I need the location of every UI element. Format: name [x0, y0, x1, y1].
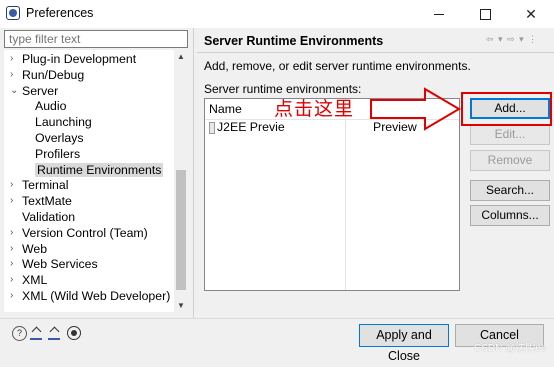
tree-item-label: Plug-in Development [22, 52, 137, 66]
collapsed-chevron-icon[interactable]: › [10, 241, 18, 257]
search-button[interactable]: Search... [470, 180, 550, 201]
tree-item[interactable]: › Web Services [10, 256, 98, 272]
title-bar: Preferences ✕ [0, 0, 554, 28]
column-header-name[interactable]: Name [209, 102, 242, 116]
tree-item-label: Audio [35, 99, 67, 114]
page-description: Add, remove, or edit server runtime envi… [204, 59, 471, 73]
tree-item[interactable]: › Terminal [10, 177, 69, 193]
tree-item[interactable]: › XML (Wild Web Developer) [10, 288, 171, 304]
tree-scrollbar[interactable]: ▲ ▼ [174, 50, 188, 312]
collapsed-chevron-icon[interactable]: › [10, 256, 18, 272]
collapsed-chevron-icon[interactable]: › [10, 177, 18, 193]
tree-item-label: Web Services [22, 257, 98, 272]
footer-divider [0, 318, 554, 319]
window-title: Preferences [26, 6, 94, 20]
tree-item[interactable]: › TextMate [10, 193, 72, 209]
tree-item-label: Validation [22, 210, 76, 224]
close-icon: ✕ [525, 5, 537, 22]
maximize-icon [479, 8, 491, 20]
columns-button[interactable]: Columns... [470, 205, 550, 226]
tree-item[interactable]: › Run/Debug [10, 67, 85, 83]
annotation-arrow-icon [370, 87, 461, 131]
tree-item[interactable]: Launching [35, 114, 92, 130]
oomph-preference-recorder-icon[interactable] [67, 326, 81, 340]
expanded-chevron-icon[interactable]: ⌄ [10, 83, 18, 99]
tree-item[interactable]: Runtime Environments [35, 162, 164, 178]
export-icon[interactable] [48, 328, 60, 340]
tree-item[interactable]: ⌄ Server [10, 83, 59, 99]
tree-item[interactable]: Audio [35, 98, 66, 114]
row-name-cell: J2EE Previe [217, 120, 285, 134]
collapsed-chevron-icon[interactable]: › [10, 288, 18, 304]
tree-item[interactable]: › XML [10, 272, 48, 288]
page-title: Server Runtime Environments [204, 34, 384, 48]
help-icon[interactable]: ? [12, 326, 27, 341]
scroll-up-icon[interactable]: ▲ [177, 52, 185, 61]
close-button[interactable]: ✕ [508, 0, 554, 28]
annotation-highlight-box [461, 92, 552, 126]
tree-item-label: XML [22, 273, 48, 288]
tree-item-label: TextMate [22, 194, 72, 209]
edit-button[interactable]: Edit... [470, 124, 550, 145]
minimize-button[interactable] [416, 0, 462, 28]
tree-item[interactable]: › Version Control (Team) [10, 225, 148, 241]
collapsed-chevron-icon[interactable]: › [10, 225, 18, 241]
scroll-thumb[interactable] [176, 170, 186, 290]
maximize-button[interactable] [462, 0, 508, 28]
collapsed-chevron-icon[interactable]: › [10, 272, 18, 288]
eclipse-app-icon [6, 6, 20, 20]
tree-item[interactable]: › Web [10, 241, 48, 257]
filter-input[interactable] [4, 30, 188, 48]
page-nav-arrows-icon[interactable]: ⇦ ▾ ⇨ ▾ ⋮ [486, 34, 538, 45]
server-runtime-icon [209, 122, 215, 134]
import-icon[interactable] [30, 328, 42, 340]
tree-item-label: Run/Debug [22, 67, 85, 82]
tree-item-label: Profilers [35, 146, 81, 161]
tree-item[interactable]: Profilers [35, 146, 80, 162]
collapsed-chevron-icon[interactable]: › [10, 51, 18, 67]
collapsed-chevron-icon[interactable]: › [10, 67, 18, 83]
title-divider [197, 52, 554, 53]
annotation-text: 点击这里 [274, 98, 355, 120]
watermark: CSDN @沈明ee [474, 343, 547, 354]
scroll-down-icon[interactable]: ▼ [177, 301, 185, 310]
tree-item-label: Overlays [35, 131, 84, 145]
tree-item-label: XML (Wild Web Developer) [22, 289, 171, 303]
remove-button[interactable]: Remove [470, 150, 550, 171]
tree-item[interactable]: › Plug-in Development [10, 51, 137, 67]
tree-item-label: Terminal [22, 178, 69, 193]
tree-item[interactable]: Overlays [35, 130, 84, 146]
tree-item-label: Server [22, 83, 59, 98]
tree-item-label: Launching [35, 115, 92, 130]
tree-item-label: Web [22, 241, 48, 256]
tree-item-label: Runtime Environments [35, 162, 164, 177]
collapsed-chevron-icon[interactable]: › [10, 193, 18, 209]
tree-item-label: Version Control (Team) [22, 225, 148, 240]
minimize-icon [434, 13, 444, 15]
panel-splitter[interactable] [193, 28, 194, 318]
preferences-tree: › Plug-in Development › Run/Debug ⌄ Server Aud… [4, 50, 174, 312]
apply-and-close-button[interactable]: Apply and Close [359, 324, 449, 363]
tree-item[interactable]: Validation [22, 209, 75, 225]
